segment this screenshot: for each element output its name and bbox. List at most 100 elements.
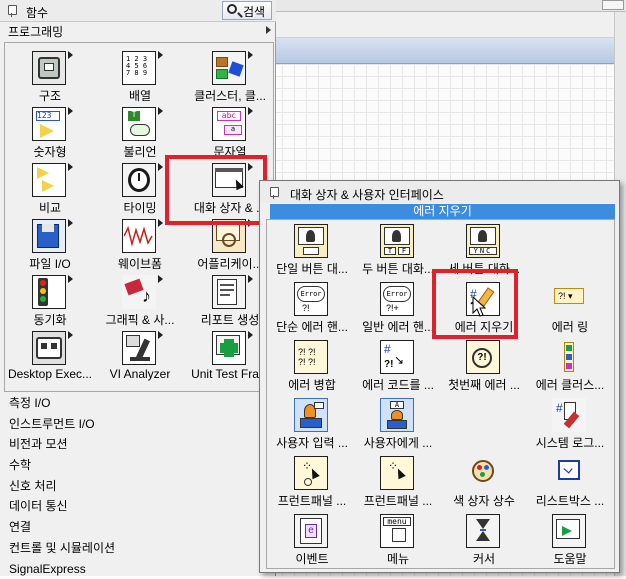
palette-item-label: 두 버튼 대화... bbox=[355, 260, 441, 277]
palette-item-label: 사용자에게 ... bbox=[355, 434, 441, 451]
window-titlebar bbox=[270, 0, 626, 12]
subpalette-titlebar: 대화 상자 & 사용자 인터페이스 bbox=[260, 181, 619, 203]
palette-item-label: 도움말 bbox=[527, 550, 613, 567]
palette-item[interactable]: # 시스템 로그... bbox=[527, 396, 613, 454]
search-label: 검색 bbox=[243, 5, 265, 19]
error-cluster-constant-icon bbox=[552, 340, 586, 374]
palette-item[interactable]: ⁘ 프런트패널 ... bbox=[269, 454, 355, 512]
pin-icon[interactable] bbox=[268, 186, 281, 199]
palette-item-label: 커서 bbox=[441, 550, 527, 567]
subpalette-title: 대화 상자 & 사용자 인터페이스 bbox=[290, 186, 444, 203]
structures-icon bbox=[32, 51, 66, 85]
palette-item[interactable]: 사용자 입력 ... bbox=[269, 396, 355, 454]
palette-item-label: 에러 링 bbox=[527, 318, 613, 335]
palette-item[interactable]: 에러 클러스... bbox=[527, 338, 613, 396]
report-icon bbox=[212, 275, 246, 309]
palette-titlebar: 함수 검색 bbox=[0, 0, 276, 22]
category-item[interactable]: 측정 I/O bbox=[6, 393, 274, 414]
functions-palette: 함수 검색 프로그래밍 구조 1 2 34 5 67 8 9 배열 bbox=[0, 0, 276, 576]
category-item[interactable]: 비전과 모션 bbox=[6, 434, 274, 455]
palette-item-label: 구조 bbox=[5, 87, 95, 104]
palette-item-label: 시스템 로그... bbox=[527, 434, 613, 451]
palette-item-label: 클러스터, 클... bbox=[185, 87, 275, 104]
numeric-icon: 123 bbox=[32, 107, 66, 141]
palette-item[interactable]: 구조 bbox=[5, 49, 95, 105]
palette-item[interactable]: ⁘ 프런트패널 ... bbox=[355, 454, 441, 512]
palette-item[interactable]: T F 두 버튼 대화... bbox=[355, 222, 441, 280]
palette-item[interactable]: 동기화 bbox=[5, 273, 95, 329]
palette-item-label: 프런트패널 ... bbox=[269, 492, 355, 509]
close-window-icon[interactable] bbox=[602, 0, 624, 10]
one-button-dialog-icon bbox=[294, 224, 328, 258]
tooltip: 에러 지우기 bbox=[270, 204, 615, 219]
palette-item-label: 리스트박스 ... bbox=[527, 492, 613, 509]
palette-item[interactable]: 단일 버튼 대... bbox=[269, 222, 355, 280]
palette-item[interactable]: 123 숫자형 bbox=[5, 105, 95, 161]
palette-item[interactable]: ?! 첫번째 에러 ... bbox=[441, 338, 527, 396]
palette-item-label: VI Analyzer bbox=[95, 367, 185, 381]
array-icon: 1 2 34 5 67 8 9 bbox=[122, 51, 156, 85]
palette-item[interactable]: 커서 bbox=[441, 512, 527, 570]
pin-icon[interactable] bbox=[6, 4, 19, 17]
unit-test-icon bbox=[212, 331, 246, 365]
palette-item[interactable]: 비교 bbox=[5, 161, 95, 217]
palette-item-empty bbox=[527, 222, 613, 280]
category-item[interactable]: 컨트롤 및 시뮬레이션 bbox=[6, 538, 274, 559]
palette-item-label: 웨이브폼 bbox=[95, 255, 185, 272]
category-item[interactable]: 신호 처리 bbox=[6, 476, 274, 497]
category-item[interactable]: 데이터 통신 bbox=[6, 496, 274, 517]
search-button[interactable]: 검색 bbox=[222, 1, 272, 20]
palette-item-label: 에러 클러스... bbox=[527, 376, 613, 393]
merge-errors-icon: ?! ?! ?! ?! bbox=[294, 340, 328, 374]
palette-item[interactable]: A 사용자에게 ... bbox=[355, 396, 441, 454]
vi-analyzer-icon bbox=[122, 331, 156, 365]
palette-item[interactable]: 웨이브폼 bbox=[95, 217, 185, 273]
category-item[interactable]: 인스트루먼트 I/O bbox=[6, 414, 274, 435]
palette-item[interactable]: Error ?! 단순 에러 핸... bbox=[269, 280, 355, 338]
category-programming[interactable]: 프로그래밍 bbox=[4, 23, 274, 41]
palette-item[interactable]: # ↘ ?! 에러 코드를 ... bbox=[355, 338, 441, 396]
menu-icon: menu bbox=[380, 514, 414, 548]
palette-item[interactable]: 파일 I/O bbox=[5, 217, 95, 273]
palette-item[interactable]: 리스트박스 ... bbox=[527, 454, 613, 512]
palette-item-label: 색 상자 상수 bbox=[441, 492, 527, 509]
palette-item-label: 에러 병합 bbox=[269, 376, 355, 393]
palette-item[interactable]: Desktop Exec... bbox=[5, 329, 95, 385]
palette-item-label: 메뉴 bbox=[355, 550, 441, 567]
toolbar bbox=[270, 12, 626, 38]
palette-item-label: 단일 버튼 대... bbox=[269, 260, 355, 277]
palette-item[interactable]: 색 상자 상수 bbox=[441, 454, 527, 512]
palette-item[interactable]: Error ?!+ 일반 에러 핸... bbox=[355, 280, 441, 338]
palette-item-label: 숫자형 bbox=[5, 143, 95, 160]
expand-arrow-icon bbox=[266, 26, 271, 34]
palette-item[interactable]: menu 메뉴 bbox=[355, 512, 441, 570]
two-button-dialog-icon: T F bbox=[380, 224, 414, 258]
file-io-icon bbox=[32, 219, 66, 253]
system-login-icon: # bbox=[552, 398, 586, 432]
first-error-icon: ?! bbox=[466, 340, 500, 374]
palette-item[interactable]: 1 2 34 5 67 8 9 배열 bbox=[95, 49, 185, 105]
category-label: 프로그래밍 bbox=[8, 25, 63, 39]
prompt-user-input-icon bbox=[294, 398, 328, 432]
general-error-handler-icon: Error ?!+ bbox=[380, 282, 414, 316]
ribbon-bar bbox=[270, 38, 626, 64]
palette-item[interactable]: VI Analyzer bbox=[95, 329, 185, 385]
fp-event-icon-b: ⁘ bbox=[380, 456, 414, 490]
palette-item[interactable]: 도움말 bbox=[527, 512, 613, 570]
category-item[interactable]: 연결 bbox=[6, 517, 274, 538]
palette-item[interactable]: ?! ?! ?! ?! 에러 병합 bbox=[269, 338, 355, 396]
palette-item[interactable]: T 불리언 bbox=[95, 105, 185, 161]
cluster-icon bbox=[212, 51, 246, 85]
palette-item[interactable]: 클러스터, 클... bbox=[185, 49, 275, 105]
palette-item[interactable]: ♪ 그래픽 & 사... bbox=[95, 273, 185, 329]
palette-item-label: 에러 코드를 ... bbox=[355, 376, 441, 393]
palette-item-label: 파일 I/O bbox=[5, 255, 95, 272]
palette-item[interactable]: abc a 문자열 bbox=[185, 105, 275, 161]
palette-item[interactable]: ?! ▾ 에러 링 bbox=[527, 280, 613, 338]
boolean-icon: T bbox=[122, 107, 156, 141]
palette-item-empty bbox=[441, 396, 527, 454]
graphics-sound-icon: ♪ bbox=[122, 275, 156, 309]
palette-item[interactable]: e 이벤트 bbox=[269, 512, 355, 570]
category-item[interactable]: 수학 bbox=[6, 455, 274, 476]
palette-title: 함수 bbox=[26, 4, 48, 21]
